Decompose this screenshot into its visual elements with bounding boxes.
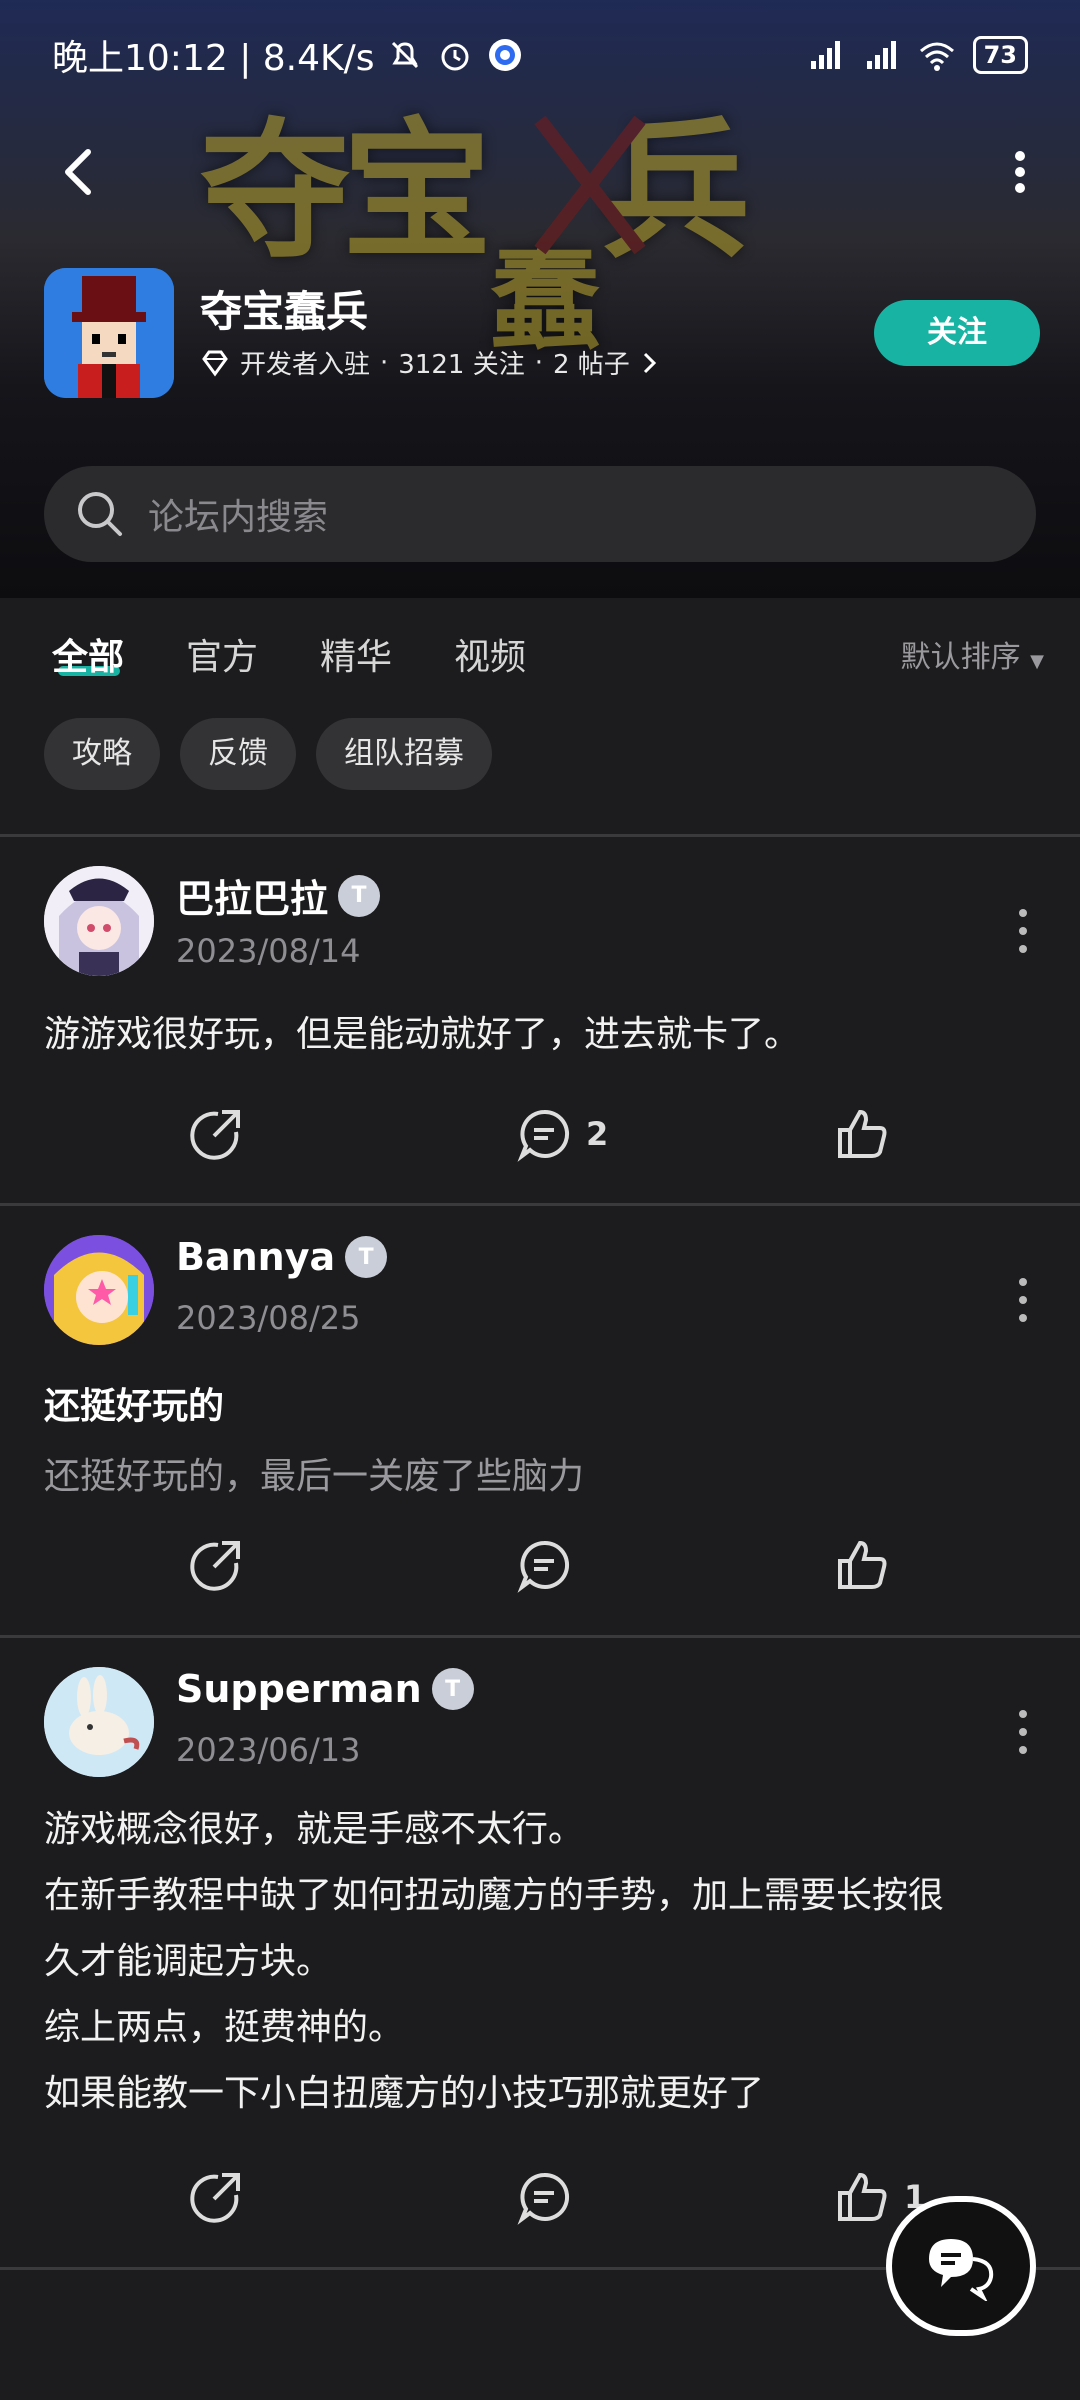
post-body: 游戏概念很好，就是手感不太行。 在新手教程中缺了如何扭动魔方的手势，加上需要长按… [44,1797,944,2127]
developer-label: 开发者入驻 [240,350,371,380]
status-time-speed: 晚上10:12 | 8.4K/s [52,38,375,79]
signal-icon [810,41,840,69]
follow-count: 3121 关注 [398,350,525,380]
alarm-icon [441,43,469,71]
app-name: 夺宝蠢兵 [200,287,369,336]
post-card[interactable]: Bannya T 2023/08/25 还挺好玩的 还挺好玩的，最后一关废了些脑… [0,1205,1080,1635]
tab-all[interactable]: 全部 [52,628,124,680]
chevron-right-icon [643,352,656,373]
post-body-line: 游戏概念很好，就是手感不太行。 [44,1809,585,1850]
avatar-image [44,1235,154,1345]
diamond-icon [202,350,228,377]
share-button[interactable] [188,1537,244,1593]
tab-featured[interactable]: 精华 [320,628,392,680]
thumbs-up-icon [838,1109,887,1158]
post-body-line: 在新手教程中缺了如何扭动魔方的手势，加上需要长按很 [44,1875,945,1916]
author-row: Supperman T [176,1667,474,1711]
search-placeholder: 论坛内搜索 [148,497,329,538]
bell-off-icon [391,41,418,69]
post-body-line: 久才能调起方块。 [44,1941,333,1982]
thumbs-up-icon [838,2172,887,2221]
comment-icon [517,1540,570,1593]
like-button[interactable] [834,1106,890,1162]
header-banner: 夺宝 兵 蠢 晚上10:12 | 8.4K/s 73 夺宝蠢兵 开发者入驻 · … [0,0,1080,598]
search-icon [78,492,122,536]
tab-official[interactable]: 官方 [186,628,258,680]
more-vertical-icon[interactable] [1016,1275,1030,1325]
comment-button[interactable] [516,1537,572,1593]
chat-bubble-icon [929,2239,994,2301]
wifi-icon [919,42,954,71]
battery-indicator: 73 [972,36,1028,74]
signal-icon [866,41,896,69]
chat-fab-button[interactable] [886,2196,1036,2336]
app-meta: 开发者入驻 · 3121 关注 · 2 帖子 [200,344,660,381]
level-badge-icon: T [345,1236,388,1278]
chip-guide[interactable]: 攻略 [44,718,160,790]
author-name[interactable]: Bannya [176,1235,335,1279]
status-bar: 晚上10:12 | 8.4K/s 73 [0,0,1080,110]
comment-count: 2 [586,1115,609,1153]
app-icon[interactable] [44,268,174,398]
post-title: 还挺好玩的 [44,1386,225,1427]
follow-button[interactable]: 关注 [874,300,1040,366]
app-info: 夺宝蠢兵 开发者入驻 · 3121 关注 · 2 帖子 关注 [44,268,1044,398]
post-date: 2023/08/25 [176,1299,361,1337]
sort-label: 默认排序 [900,640,1021,675]
post-date: 2023/08/14 [176,932,361,970]
author-row: 巴拉巴拉 T [176,868,381,923]
meta-separator: · [380,347,389,378]
app-notification-icon [488,39,521,71]
top-nav [0,120,1080,220]
level-badge-icon: T [338,874,381,917]
post-date: 2023/06/13 [176,1731,361,1769]
avatar[interactable] [44,1235,154,1345]
post-body-line: 如果能教一下小白扭魔方的小技巧那就更好了 [44,2073,765,2114]
author-name[interactable]: 巴拉巴拉 [176,868,328,923]
author-row: Bannya T [176,1235,388,1279]
tab-video[interactable]: 视频 [454,628,526,680]
level-badge-icon: T [431,1668,474,1710]
comment-button[interactable] [516,2169,572,2225]
posts-count-link[interactable]: 2 帖子 [553,344,630,381]
comment-icon [517,1109,570,1162]
avatar[interactable] [44,866,154,976]
search-input[interactable]: 论坛内搜索 [44,466,1036,562]
avatar-image [44,866,154,976]
more-vertical-icon[interactable] [990,142,1050,202]
more-vertical-icon[interactable] [1016,906,1030,956]
chip-feedback[interactable]: 反馈 [180,718,296,790]
post-body-line: 综上两点，挺费神的。 [44,2007,405,2048]
caret-down-icon: ▼ [1030,651,1044,672]
chip-row: 攻略 反馈 组队招募 [44,718,492,790]
post-body: 还挺好玩的，最后一关废了些脑力 [44,1456,585,1497]
share-button[interactable] [188,1106,244,1162]
more-vertical-icon[interactable] [1016,1707,1030,1757]
meta-separator: · [534,347,543,378]
like-button[interactable] [834,1537,890,1593]
share-icon [190,2173,240,2223]
thumbs-up-icon [838,1540,887,1589]
chip-team-recruit[interactable]: 组队招募 [316,718,492,790]
comment-button[interactable]: 2 [516,1106,608,1162]
share-button[interactable] [188,2169,244,2225]
share-icon [190,1110,240,1160]
share-icon [190,1541,240,1591]
pixel-character-icon [44,268,174,398]
avatar[interactable] [44,1667,154,1777]
tab-bar: 全部 官方 精华 视频 默认排序 ▼ [0,598,1080,708]
back-arrow-icon[interactable] [50,142,110,202]
comment-icon [517,2172,570,2225]
post-card[interactable]: 巴拉巴拉 T 2023/08/14 游游戏很好玩，但是能动就好了，进去就卡了。 … [0,836,1080,1204]
post-card[interactable]: Supperman T 2023/06/13 游戏概念很好，就是手感不太行。 在… [0,1637,1080,2267]
author-name[interactable]: Supperman [176,1667,422,1711]
sort-dropdown[interactable]: 默认排序 ▼ [901,632,1044,676]
avatar-image [44,1667,154,1777]
post-body: 游游戏很好玩，但是能动就好了，进去就卡了。 [44,1014,801,1055]
